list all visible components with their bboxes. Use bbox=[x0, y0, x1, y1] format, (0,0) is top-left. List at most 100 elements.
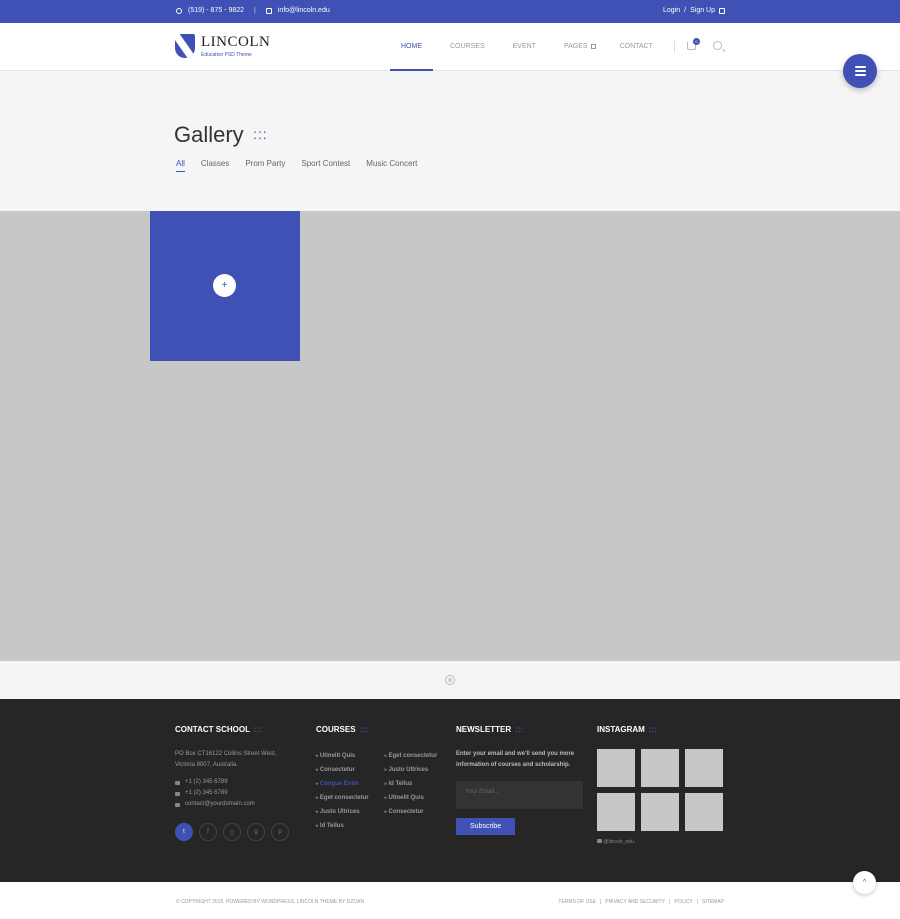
load-more-icon[interactable] bbox=[445, 675, 455, 685]
course-link[interactable]: Id Tellus bbox=[385, 777, 438, 791]
bottom-bar: © COPYRIGHT 2015. POWERED BY WORDPRESS. … bbox=[0, 882, 900, 919]
footer-contact-heading-text: CONTACT SCHOOL bbox=[175, 725, 250, 734]
course-link[interactable]: Justo Ultrices bbox=[385, 763, 438, 777]
footer-instagram: INSTAGRAM::: @lincoln_edu bbox=[597, 725, 727, 845]
facebook-icon[interactable]: f bbox=[199, 823, 217, 841]
mail-icon bbox=[175, 802, 180, 807]
gallery-tile-hovered[interactable]: + bbox=[150, 211, 300, 361]
load-more-area bbox=[0, 661, 900, 699]
link-separator: | bbox=[696, 899, 699, 905]
filter-prom-party[interactable]: Prom Party bbox=[245, 159, 285, 172]
nav-contact[interactable]: CONTACT bbox=[609, 23, 664, 70]
printer-icon bbox=[175, 791, 180, 796]
footer-courses-heading-text: COURSES bbox=[316, 725, 356, 734]
contact-email[interactable]: contact@yourdomain.com bbox=[185, 799, 255, 810]
twitter-icon[interactable]: t bbox=[175, 823, 193, 841]
site-logo[interactable]: LINCOLN Education PSD Theme bbox=[175, 34, 270, 58]
contact-fax: +1 (2) 345 6789 bbox=[185, 790, 228, 796]
sitemap-link[interactable]: SITEMAP bbox=[702, 899, 724, 905]
newsletter-email-input[interactable]: Your Email... bbox=[456, 781, 583, 809]
page-title: Gallery bbox=[174, 122, 244, 147]
title-dots-decoration: ::: bbox=[253, 126, 268, 142]
terms-link[interactable]: TERMS OF USE bbox=[558, 899, 596, 905]
heading-dots: ::: bbox=[359, 725, 368, 734]
footer-newsletter: NEWSLETTER::: Enter your email and we'll… bbox=[456, 725, 586, 835]
heading-dots: ::: bbox=[515, 725, 524, 734]
filter-classes[interactable]: Classes bbox=[201, 159, 229, 172]
topbar-phone: (519) - 875 - 9822 bbox=[188, 7, 245, 14]
course-link[interactable]: Utinelit Quis bbox=[385, 791, 438, 805]
dropdown-icon bbox=[590, 44, 596, 49]
logo-name: LINCOLN bbox=[201, 33, 271, 50]
main-nav: HOME COURSES EVENT PAGES CONTACT bbox=[390, 23, 664, 71]
page-title-area: Gallery ::: All Classes Prom Party Sport… bbox=[0, 71, 900, 211]
chevron-up-icon: ^ bbox=[862, 879, 867, 886]
hamburger-icon-line bbox=[854, 66, 866, 68]
instagram-thumbnail[interactable] bbox=[597, 793, 635, 831]
contact-fax-line: +1 (2) 345 6789 bbox=[175, 788, 295, 799]
nav-pages-label: PAGES bbox=[563, 43, 588, 50]
topbar-email[interactable]: info@lincoln.edu bbox=[278, 7, 330, 14]
nav-divider bbox=[674, 41, 675, 53]
course-link[interactable]: Utinelit Quis bbox=[316, 749, 369, 763]
footer-newsletter-heading: NEWSLETTER::: bbox=[456, 725, 586, 734]
course-link[interactable]: Consectetur bbox=[316, 763, 369, 777]
privacy-link[interactable]: PRIVACY AND SECURITY bbox=[605, 899, 665, 905]
user-icon bbox=[719, 7, 725, 14]
contact-address-1: PO Box CT16122 Collins Street West, bbox=[175, 751, 277, 757]
link-separator: | bbox=[669, 899, 671, 905]
contact-phone: +1 (2) 345 6789 bbox=[185, 779, 228, 785]
logo-text: LINCOLN Education PSD Theme bbox=[201, 33, 271, 58]
footer-courses-heading: COURSES::: bbox=[316, 725, 446, 734]
course-link[interactable]: Eget consectetur bbox=[385, 749, 438, 763]
newsletter-text: Enter your email and we'll send you more… bbox=[456, 751, 575, 768]
pinterest-icon[interactable]: p bbox=[271, 823, 289, 841]
nav-event[interactable]: EVENT bbox=[502, 23, 547, 70]
footer-instagram-heading: INSTAGRAM::: bbox=[597, 725, 727, 734]
course-link[interactable]: Eget consectetur bbox=[316, 791, 369, 805]
filter-music-concert[interactable]: Music Concert bbox=[366, 159, 417, 172]
social-links: t f ◻ g p bbox=[175, 823, 295, 841]
nav-courses[interactable]: COURSES bbox=[439, 23, 496, 70]
instagram-thumbnail[interactable] bbox=[597, 749, 635, 787]
course-link[interactable]: Consectetur bbox=[385, 805, 438, 819]
instagram-handle[interactable]: @lincoln_edu bbox=[603, 839, 633, 845]
policy-link[interactable]: POLICY bbox=[674, 899, 692, 905]
subscribe-button[interactable]: Subscribe bbox=[456, 818, 516, 835]
nav-pages[interactable]: PAGES bbox=[553, 23, 607, 70]
signup-link[interactable]: Sign Up bbox=[690, 7, 715, 14]
filter-all[interactable]: All bbox=[176, 159, 185, 172]
instagram-handle-line: @lincoln_edu bbox=[597, 839, 727, 845]
topbar: (519) - 875 - 9822 | info@lincoln.edu Lo… bbox=[0, 0, 900, 23]
plus-icon[interactable]: + bbox=[213, 274, 236, 297]
phone-icon bbox=[176, 7, 182, 14]
course-link[interactable]: Id Tellus bbox=[316, 819, 369, 833]
course-link[interactable]: Justo Ultrices bbox=[316, 805, 369, 819]
login-link[interactable]: Login bbox=[663, 7, 680, 14]
topbar-contact: (519) - 875 - 9822 | info@lincoln.edu bbox=[176, 7, 330, 14]
hamburger-icon-line bbox=[854, 70, 866, 72]
site-footer: CONTACT SCHOOL::: PO Box CT16122 Collins… bbox=[0, 699, 900, 882]
search-icon[interactable] bbox=[713, 41, 722, 50]
course-link[interactable]: Congue Enim bbox=[316, 777, 369, 791]
menu-button[interactable] bbox=[843, 54, 877, 88]
gallery-grid: + bbox=[0, 211, 900, 661]
footer-contact-heading: CONTACT SCHOOL::: bbox=[175, 725, 295, 734]
instagram-icon bbox=[597, 839, 602, 843]
course-list-2: Eget consectetur Justo Ultrices Id Tellu… bbox=[385, 749, 438, 833]
course-lists: Utinelit Quis Consectetur Congue Enim Eg… bbox=[316, 749, 446, 833]
filter-sport-contest[interactable]: Sport Contest bbox=[301, 159, 350, 172]
instagram-thumbnail[interactable] bbox=[685, 749, 723, 787]
instagram-thumbnail[interactable] bbox=[641, 749, 679, 787]
instagram-thumbnail[interactable] bbox=[641, 793, 679, 831]
instagram-icon[interactable]: ◻ bbox=[223, 823, 241, 841]
bottom-links: TERMS OF USE | PRIVACY AND SECURITY | PO… bbox=[558, 899, 724, 905]
nav-home[interactable]: HOME bbox=[390, 23, 433, 71]
copyright-text: © COPYRIGHT 2015. POWERED BY WORDPRESS. … bbox=[176, 899, 365, 905]
scroll-to-top-button[interactable]: ^ bbox=[853, 871, 876, 894]
link-separator: | bbox=[599, 899, 602, 905]
contact-address-2: Victoria 8007, Australia. bbox=[175, 762, 238, 768]
instagram-thumbnail[interactable] bbox=[685, 793, 723, 831]
course-list-1: Utinelit Quis Consectetur Congue Enim Eg… bbox=[316, 749, 369, 833]
google-plus-icon[interactable]: g bbox=[247, 823, 265, 841]
